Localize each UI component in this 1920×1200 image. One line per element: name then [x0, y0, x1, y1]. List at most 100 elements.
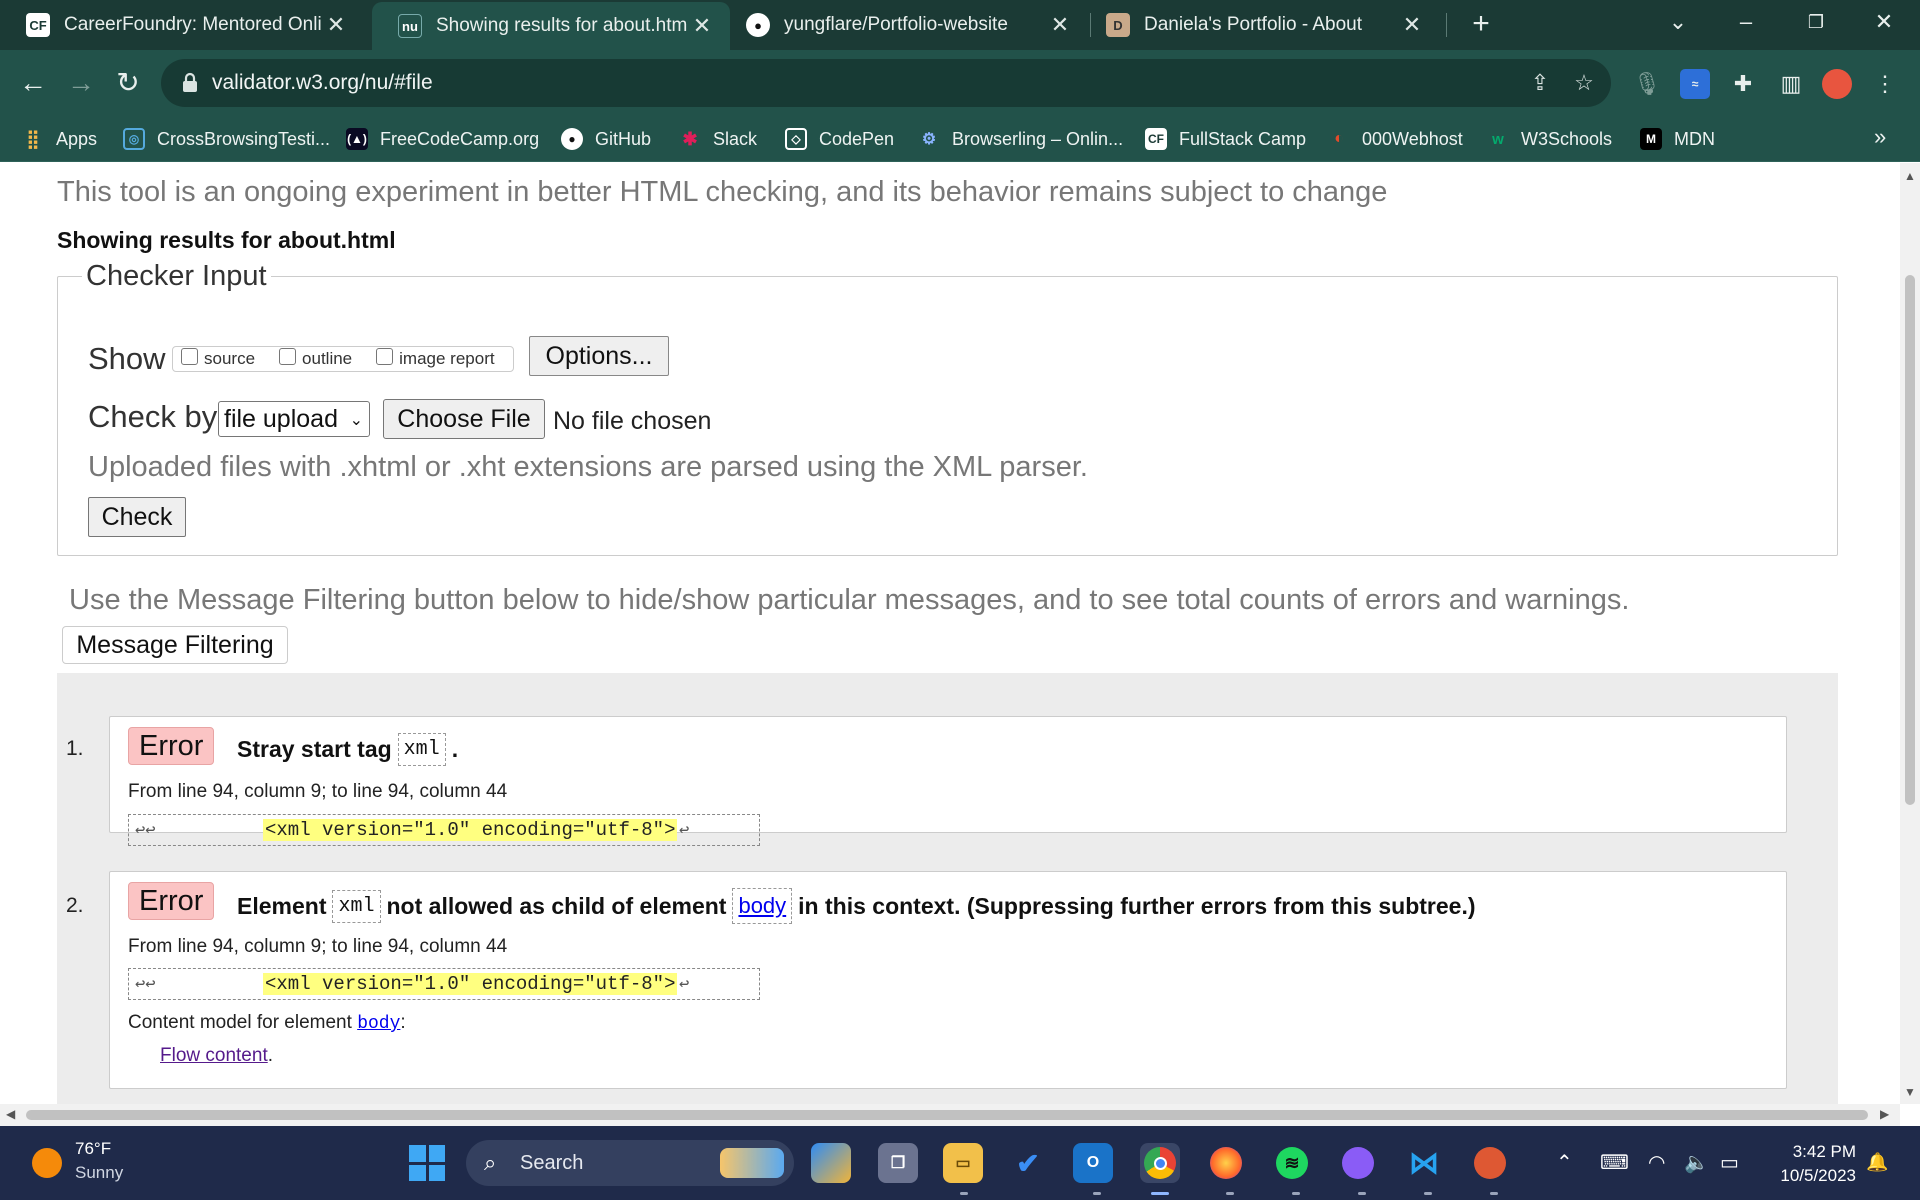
image-report-option-label[interactable]: image report	[399, 349, 494, 369]
outlook-icon[interactable]: O	[1073, 1143, 1113, 1183]
source-checkbox[interactable]	[181, 347, 198, 365]
bookmark-fullstack-camp[interactable]: CF FullStack Camp	[1145, 116, 1306, 162]
body-content-model-link[interactable]: body	[357, 1014, 400, 1034]
horizontal-scroll-thumb[interactable]	[26, 1110, 1868, 1120]
options-button[interactable]: Options...	[529, 336, 669, 376]
xml-parser-note: Uploaded files with .xhtml or .xht exten…	[88, 451, 1088, 483]
copilot-icon[interactable]	[811, 1143, 851, 1183]
newline-markers: ↩↩	[135, 976, 156, 995]
w3schools-icon: w	[1492, 130, 1504, 148]
url-text: validator.w3.org/nu/#file	[212, 71, 433, 94]
source-option-label[interactable]: source	[204, 349, 255, 369]
bookmark-slack[interactable]: ✱ Slack	[679, 116, 757, 162]
scroll-right-arrow-icon[interactable]: ▶	[1880, 1107, 1889, 1121]
image-report-checkbox[interactable]	[376, 347, 394, 365]
chrome-icon[interactable]	[1140, 1143, 1180, 1183]
github-desktop-icon[interactable]	[1338, 1143, 1378, 1183]
scroll-up-arrow-icon[interactable]: ▲	[1904, 169, 1916, 183]
tab-careerfoundry[interactable]: CF CareerFoundry: Mentored Onlin ✕	[0, 0, 364, 50]
webhost-icon: ◐	[1334, 130, 1344, 147]
volume-icon[interactable]: 🔈	[1684, 1150, 1709, 1175]
choose-file-button[interactable]: Choose File	[383, 399, 545, 439]
battery-icon[interactable]: ▭	[1720, 1150, 1739, 1175]
reload-button[interactable]: ↻	[108, 63, 148, 103]
system-clock[interactable]: 3:42 PM 10/5/2023	[1764, 1140, 1856, 1188]
bookmark-mdn[interactable]: M MDN	[1640, 116, 1715, 162]
horizontal-scrollbar[interactable]: ◀ ▶	[0, 1104, 1900, 1126]
careerfoundry-icon: CF	[26, 13, 50, 37]
show-hidden-icons-chevron-icon[interactable]: ⌃	[1556, 1150, 1573, 1175]
close-window-button[interactable]: ✕	[1852, 0, 1916, 44]
scroll-left-arrow-icon[interactable]: ◀	[6, 1107, 15, 1121]
bookmark-github[interactable]: ● GitHub	[561, 116, 651, 162]
forward-button[interactable]: →	[61, 63, 101, 103]
tab-github-portfolio[interactable]: ● yungflare/Portfolio-website ✕	[720, 0, 1088, 50]
check-button[interactable]: Check	[88, 497, 186, 537]
vertical-scroll-thumb[interactable]	[1905, 275, 1915, 805]
browserling-icon: ⚙	[921, 131, 937, 148]
tab-portfolio-about[interactable]: D Daniela's Portfolio - About ✕	[1080, 0, 1440, 50]
sun-weather-icon[interactable]	[32, 1148, 62, 1178]
outline-checkbox[interactable]	[279, 347, 297, 365]
close-tab-icon[interactable]: ✕	[688, 13, 716, 39]
todo-icon[interactable]: ✔	[1008, 1143, 1048, 1183]
bookmark-000webhost[interactable]: ◐ 000Webhost	[1328, 116, 1463, 162]
minimize-button[interactable]: –	[1714, 0, 1778, 44]
profile-avatar[interactable]	[1822, 69, 1852, 99]
duckduckgo-icon[interactable]	[1470, 1143, 1510, 1183]
newline-markers: ↩↩	[135, 822, 156, 841]
weather-temperature[interactable]: 76°F	[75, 1139, 111, 1159]
weather-condition[interactable]: Sunny	[75, 1163, 123, 1183]
back-button[interactable]: ←	[13, 63, 53, 103]
code-extract: ↩↩ <xml version="1.0" encoding="utf-8"> …	[128, 968, 760, 1000]
checker-input-legend: Checker Input	[86, 260, 267, 292]
file-explorer-icon[interactable]: ▭	[943, 1143, 983, 1183]
microphone-icon[interactable]: 🎙	[1632, 69, 1662, 99]
vertical-scrollbar[interactable]: ▲ ▼	[1900, 163, 1920, 1104]
message-filtering-button[interactable]: Message Filtering	[62, 626, 288, 664]
highlighted-code: <xml version="1.0" encoding="utf-8">	[263, 819, 678, 841]
close-tab-icon[interactable]: ✕	[322, 12, 350, 38]
flow-content-link[interactable]: Flow content.	[160, 1045, 273, 1067]
bookmark-label: W3Schools	[1521, 128, 1613, 149]
extension-wave-icon[interactable]: ≈	[1680, 69, 1710, 99]
bookmark-freecodecamp[interactable]: (▲) FreeCodeCamp.org	[346, 116, 539, 162]
outline-option-label[interactable]: outline	[302, 349, 352, 369]
bookmark-apps[interactable]: ⣿ Apps	[22, 116, 97, 162]
tab-search-icon[interactable]: ⌄	[1646, 0, 1710, 44]
flow-content-link-text[interactable]: Flow content	[160, 1045, 268, 1066]
task-view-icon[interactable]: ❐	[878, 1143, 918, 1183]
bookmark-browserling[interactable]: ⚙ Browserling – Onlin...	[918, 116, 1123, 162]
spotify-icon[interactable]: ≋	[1272, 1143, 1312, 1183]
more-bookmarks-icon[interactable]: »	[1874, 124, 1886, 150]
body-element-link[interactable]: body	[738, 893, 786, 918]
taskbar-search[interactable]: ⌕ Search	[466, 1140, 794, 1186]
share-icon[interactable]: ⇪	[1526, 69, 1554, 97]
keyboard-icon[interactable]: ⌨	[1600, 1150, 1629, 1175]
wifi-icon[interactable]: ◠	[1648, 1150, 1665, 1175]
address-bar[interactable]: validator.w3.org/nu/#file ⇪ ☆	[161, 59, 1611, 107]
vscode-icon[interactable]: ⋈	[1404, 1143, 1444, 1183]
bookmark-w3schools[interactable]: w W3Schools	[1487, 116, 1612, 162]
bookmark-codepen[interactable]: ◇ CodePen	[785, 116, 894, 162]
check-by-select[interactable]: file upload ⌄	[218, 401, 370, 437]
side-panel-icon[interactable]: ▥	[1776, 69, 1806, 99]
chevron-down-icon: ⌄	[349, 412, 363, 429]
new-tab-button[interactable]: +	[1463, 6, 1499, 42]
close-tab-icon[interactable]: ✕	[1046, 12, 1074, 38]
search-icon: ⌕	[484, 1150, 497, 1175]
bookmark-crossbrowsing[interactable]: ◎ CrossBrowsingTesti...	[123, 116, 330, 162]
lock-icon[interactable]	[181, 72, 199, 94]
bookmark-star-icon[interactable]: ☆	[1570, 69, 1598, 97]
start-button[interactable]	[409, 1145, 445, 1181]
notification-bell-icon[interactable]: 🔔	[1866, 1152, 1888, 1174]
firefox-icon[interactable]	[1206, 1143, 1246, 1183]
extensions-puzzle-icon[interactable]: ✚	[1728, 69, 1758, 99]
menu-kebab-icon[interactable]: ⋮	[1870, 69, 1900, 99]
clock-time: 3:42 PM	[1792, 1142, 1856, 1161]
restore-button[interactable]: ❐	[1784, 0, 1848, 44]
close-tab-icon[interactable]: ✕	[1398, 12, 1426, 38]
message-part: .	[451, 736, 459, 762]
scroll-down-arrow-icon[interactable]: ▼	[1904, 1085, 1916, 1099]
tab-validator[interactable]: nu Showing results for about.html - ✕	[372, 2, 730, 50]
